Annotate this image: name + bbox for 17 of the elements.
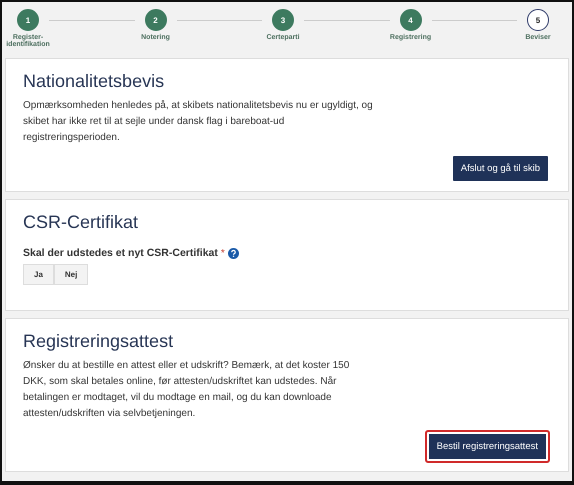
section-title: Nationalitetsbevis bbox=[23, 71, 166, 92]
section-text: Opmærksomheden henledes på, at skibets nationalitetsbevis nu er ugyldigt, og skibet har ikke ret til at sejle under dansk flag i bareboat-ud registreringsperioden. bbox=[23, 99, 373, 145]
section-title: Registreringsattest bbox=[23, 331, 174, 352]
section-title: CSR-Certifikat bbox=[23, 212, 140, 233]
required-mark: * bbox=[220, 248, 225, 258]
step-circle: 2 bbox=[144, 9, 166, 31]
step-circle: 5 bbox=[527, 9, 549, 31]
action-button[interactable]: Afslut og gå til skib bbox=[450, 154, 550, 183]
question-label: Skal der udstedes et nyt CSR-Certifikat bbox=[23, 247, 218, 259]
section-text: Ønsker du at bestille en attest eller et udskrift? Bemærk, at det koster 150 DKK, som skal betales online, før attesten/udskriftet kan udstedes. Når betalingen er modtaget, vil du modtage en mail, og du kan downloade attesten/udskriften via selvbetjeningen. bbox=[23, 359, 350, 421]
help-icon[interactable] bbox=[228, 248, 239, 258]
action-button[interactable]: Bestil registreringsattest bbox=[424, 430, 550, 463]
toggle-option[interactable]: Ja bbox=[23, 264, 54, 285]
toggle-option[interactable]: Nej bbox=[54, 264, 88, 285]
step-circle: 3 bbox=[272, 9, 294, 31]
step-circle: 4 bbox=[400, 9, 422, 31]
step-circle: 1 bbox=[17, 9, 39, 31]
